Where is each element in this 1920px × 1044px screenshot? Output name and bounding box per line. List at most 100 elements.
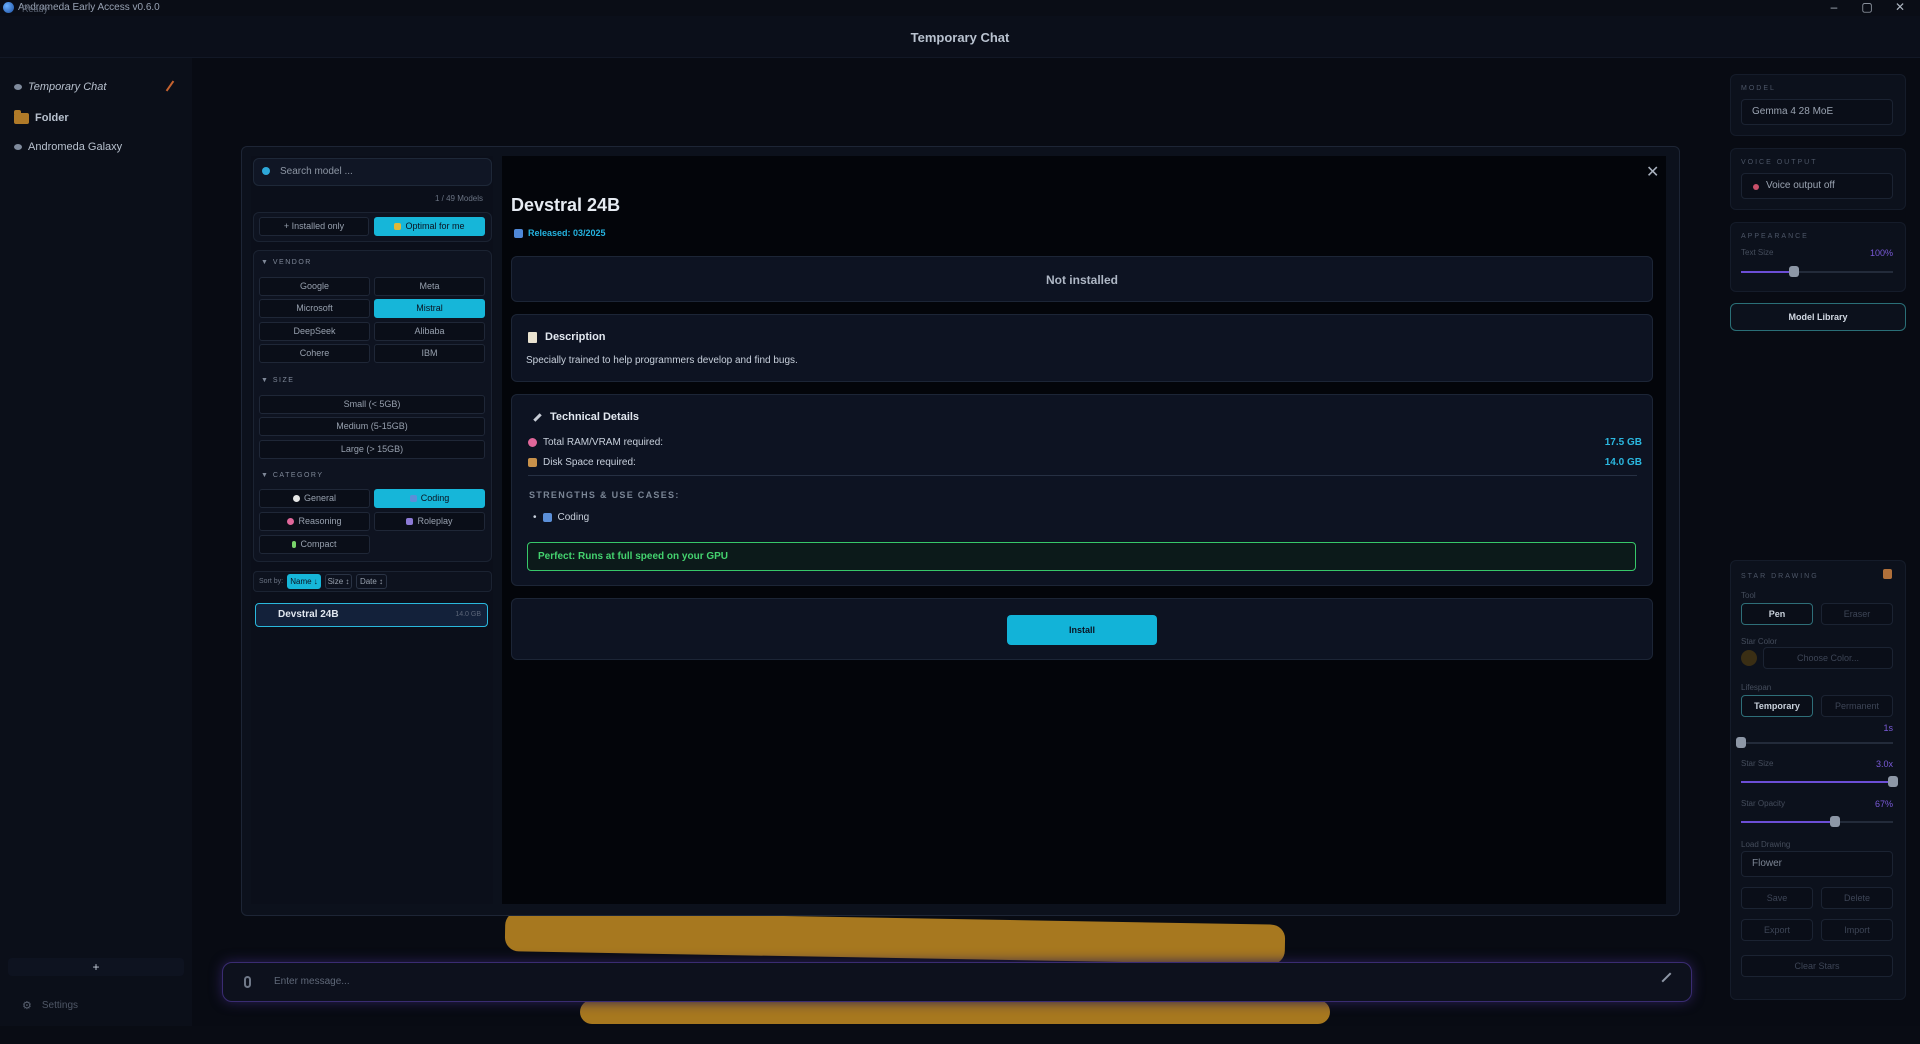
maximize-button[interactable]: ▢: [1851, 0, 1883, 16]
appearance-card: APPEARANCE Text Size 100%: [1730, 222, 1906, 292]
star-opacity-slider[interactable]: [1741, 816, 1893, 827]
chat-bubble-icon: [14, 84, 22, 90]
voice-card: VOICE OUTPUT Voice output off: [1730, 148, 1906, 210]
category-general[interactable]: General: [259, 489, 370, 508]
star-icon: [394, 223, 402, 230]
star-drawing-scribble: [504, 911, 1286, 965]
slider-fill: [1741, 781, 1893, 783]
vendor-deepseek[interactable]: DeepSeek: [259, 322, 370, 341]
sidebar: [0, 58, 192, 1026]
close-modal-button[interactable]: ✕: [1646, 162, 1659, 182]
vendor-ibm[interactable]: IBM: [374, 344, 485, 363]
sort-label: Sort by:: [259, 578, 284, 585]
lock-icon[interactable]: [1883, 569, 1892, 579]
model-select[interactable]: Gemma 4 28 MoE: [1741, 99, 1893, 125]
slider-thumb[interactable]: [1736, 737, 1746, 748]
category-label: Compact: [300, 539, 337, 549]
color-swatch[interactable]: [1741, 650, 1757, 666]
category-label: Roleplay: [417, 516, 453, 526]
clipboard-icon: [528, 331, 537, 343]
description-header: Description: [528, 331, 606, 343]
search-input[interactable]: Search model ...: [253, 158, 492, 186]
description-text: Specially trained to help programmers de…: [526, 355, 798, 366]
vendor-cohere[interactable]: Cohere: [259, 344, 370, 363]
model-card: MODEL Gemma 4 28 MoE: [1730, 74, 1906, 136]
chat-icon: [292, 495, 300, 502]
strengths-header: STRENGTHS & USE CASES:: [529, 490, 680, 500]
close-window-button[interactable]: ✕: [1884, 0, 1916, 16]
minimize-button[interactable]: –: [1818, 0, 1850, 16]
size-medium[interactable]: Medium (5-15GB): [259, 417, 485, 436]
calendar-icon: [514, 228, 523, 238]
choose-color-button[interactable]: Choose Color...: [1763, 647, 1893, 669]
category-reasoning[interactable]: Reasoning: [259, 512, 370, 531]
sidebar-item-label: Folder: [35, 112, 69, 124]
load-drawing-select[interactable]: Flower: [1741, 851, 1893, 877]
page-title: Temporary Chat: [910, 30, 1010, 45]
brain-icon: [287, 518, 295, 525]
model-label: MODEL: [1741, 85, 1776, 92]
slider-thumb[interactable]: [1888, 776, 1898, 787]
message-input[interactable]: Enter message...: [274, 976, 350, 987]
sort-by-size[interactable]: Size ↕: [325, 574, 352, 589]
tool-label: Tool: [1741, 591, 1756, 600]
sort-by-date[interactable]: Date ↕: [356, 574, 387, 589]
category-roleplay[interactable]: Roleplay: [374, 512, 485, 531]
vendor-mistral[interactable]: Mistral: [374, 299, 485, 318]
code-icon: [542, 513, 552, 522]
model-library-button[interactable]: Model Library: [1730, 303, 1906, 331]
eraser-button[interactable]: Eraser: [1821, 603, 1893, 625]
vendor-meta[interactable]: Meta: [374, 277, 485, 296]
star-size-slider[interactable]: [1741, 776, 1898, 787]
voice-output-select[interactable]: Voice output off: [1741, 173, 1893, 199]
vendor-header[interactable]: ▼ VENDOR: [261, 259, 312, 266]
slider-thumb[interactable]: [1789, 266, 1800, 277]
import-button[interactable]: Import: [1821, 919, 1893, 941]
sidebar-item-temporary-chat[interactable]: Temporary Chat: [14, 81, 106, 93]
sidebar-item-folder[interactable]: Folder: [14, 109, 69, 124]
battery-icon: [292, 541, 297, 548]
size-large[interactable]: Large (> 15GB): [259, 440, 485, 459]
star-drawing-label: STAR DRAWING: [1741, 573, 1819, 580]
save-drawing-button[interactable]: Save: [1741, 887, 1813, 909]
technical-header: Technical Details: [533, 411, 639, 423]
clear-stars-button[interactable]: Clear Stars: [1741, 955, 1893, 977]
app-header: Temporary Chat: [0, 16, 1920, 58]
settings-button[interactable]: ⚙ Settings: [22, 999, 78, 1012]
lifespan-slider[interactable]: [1736, 737, 1893, 748]
size-header[interactable]: ▼ SIZE: [261, 377, 294, 384]
disk-row: Disk Space required:: [528, 457, 636, 468]
sidebar-item-andromeda-galaxy[interactable]: Andromeda Galaxy: [14, 141, 122, 153]
release-date: Released: 03/2025: [514, 228, 606, 238]
category-compact[interactable]: Compact: [259, 535, 370, 554]
vendor-alibaba[interactable]: Alibaba: [374, 322, 485, 341]
voice-label: VOICE OUTPUT: [1741, 159, 1818, 166]
text-size-slider[interactable]: [1741, 266, 1893, 277]
permanent-button[interactable]: Permanent: [1821, 695, 1893, 717]
optimal-label: Optimal for me: [405, 221, 465, 231]
installed-only-button[interactable]: + Installed only: [259, 217, 369, 236]
masks-icon: [406, 518, 414, 525]
install-button[interactable]: Install: [1007, 615, 1157, 645]
lifespan-value: 1s: [1883, 723, 1893, 733]
export-button[interactable]: Export: [1741, 919, 1813, 941]
temporary-button[interactable]: Temporary: [1741, 695, 1813, 717]
slider-thumb[interactable]: [1830, 816, 1841, 827]
paperclip-icon[interactable]: [244, 976, 251, 988]
new-chat-button[interactable]: +: [8, 958, 184, 976]
vendor-google[interactable]: Google: [259, 277, 370, 296]
delete-drawing-button[interactable]: Delete: [1821, 887, 1893, 909]
load-drawing-label: Load Drawing: [1741, 840, 1791, 849]
disk-value: 14.0 GB: [1604, 457, 1642, 468]
model-count: 1 / 49 Models: [434, 194, 483, 203]
release-text: Released: 03/2025: [528, 228, 606, 238]
sort-by-name[interactable]: Name ↓: [287, 574, 321, 589]
model-title: Devstral 24B: [511, 195, 621, 215]
category-header[interactable]: ▼ CATEGORY: [261, 472, 324, 479]
brain-icon: [528, 438, 537, 447]
vendor-microsoft[interactable]: Microsoft: [259, 299, 370, 318]
category-coding[interactable]: Coding: [374, 489, 485, 508]
size-small[interactable]: Small (< 5GB): [259, 395, 485, 414]
optimal-for-me-button[interactable]: Optimal for me: [374, 217, 485, 236]
pen-button[interactable]: Pen: [1741, 603, 1813, 625]
